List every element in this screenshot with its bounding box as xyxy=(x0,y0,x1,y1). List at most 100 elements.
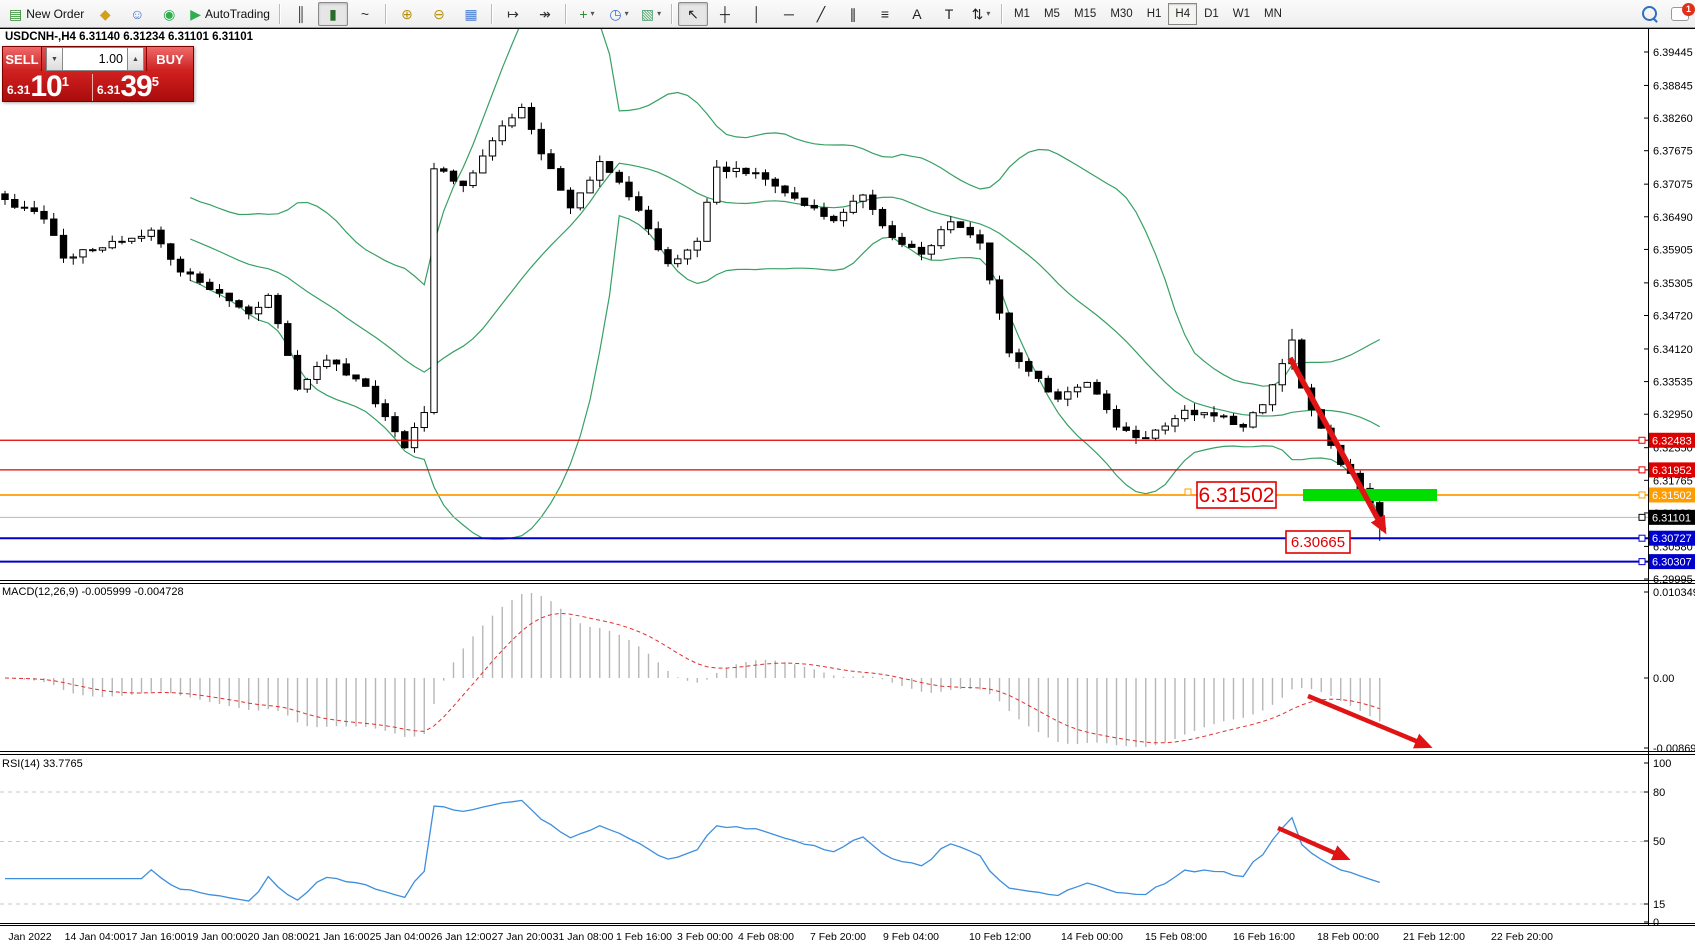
volume-increase-button[interactable]: ▲ xyxy=(127,47,144,71)
line-handle[interactable] xyxy=(1639,467,1645,473)
price-axis-tick: 6.34120 xyxy=(1653,344,1693,356)
crosshair-icon[interactable]: ┼ xyxy=(710,2,740,26)
date-axis-label[interactable]: 14 Feb 00:00 xyxy=(1061,931,1123,943)
price-axis-tick: 6.35905 xyxy=(1653,244,1693,256)
new-chart-icon-dropdown[interactable]: ▾ xyxy=(591,9,595,18)
date-axis-label[interactable]: 21 Feb 12:00 xyxy=(1403,931,1465,943)
expert-advisor-icon[interactable]: ☺ xyxy=(122,2,152,26)
price-axis-tick: 6.38260 xyxy=(1653,113,1693,125)
auto-scroll-icon[interactable]: ↠ xyxy=(530,2,560,26)
timeframe-m15-button[interactable]: M15 xyxy=(1067,3,1103,25)
volume-decrease-button[interactable]: ▼ xyxy=(46,47,63,71)
signals-icon[interactable]: ◉ xyxy=(154,2,184,26)
timeframe-m5-button[interactable]: M5 xyxy=(1037,3,1067,25)
cursor-icon: ↖ xyxy=(687,7,699,21)
main-toolbar: ▤New Order◆☺ ◉ ▶AutoTrading ║▮~ ⊕⊖▦ ↦↠ +▾◷▾▧▾ ↖… xyxy=(0,0,1695,28)
timeframe-d1-button[interactable]: D1 xyxy=(1197,3,1226,25)
line-handle[interactable] xyxy=(1639,492,1645,498)
arrows-icon-dropdown[interactable]: ▾ xyxy=(986,9,990,18)
date-axis-label[interactable]: 1 Feb 16:00 xyxy=(616,931,672,943)
line-chart-icon[interactable]: ~ xyxy=(350,2,380,26)
channel-icon[interactable]: ∥ xyxy=(838,2,868,26)
date-axis-label[interactable]: 10 Feb 12:00 xyxy=(969,931,1031,943)
signals-icon: ◉ xyxy=(163,7,175,21)
volume-input[interactable] xyxy=(63,47,127,71)
vertical-line-icon[interactable]: │ xyxy=(742,2,772,26)
sell-price-pips: 10 xyxy=(30,74,61,100)
candles xyxy=(2,103,1383,541)
timeframe-m1-button[interactable]: M1 xyxy=(1007,3,1037,25)
line-handle[interactable] xyxy=(1639,559,1645,565)
date-axis-label[interactable]: 27 Jan 20:00 xyxy=(492,931,553,943)
date-axis-label[interactable]: 4 Feb 08:00 xyxy=(738,931,794,943)
history-center-icon[interactable]: ◆ xyxy=(90,2,120,26)
price-axis-tick: 6.36490 xyxy=(1653,212,1693,224)
macd-histogram xyxy=(5,593,1380,747)
horizontal-line-icon[interactable]: ─ xyxy=(774,2,804,26)
arrows-icon[interactable]: ⇅▾ xyxy=(966,2,996,26)
trend-arrow-macd[interactable] xyxy=(1308,696,1428,746)
zoom-in-icon[interactable]: ⊕ xyxy=(392,2,422,26)
price-axis-tick: 6.29995 xyxy=(1653,574,1693,586)
templates-icon[interactable]: ▧▾ xyxy=(636,2,666,26)
zoom-out-icon[interactable]: ⊖ xyxy=(424,2,454,26)
line-handle[interactable] xyxy=(1185,489,1191,495)
sell-button[interactable]: SELL xyxy=(3,47,42,71)
bar-chart-icon[interactable]: ║ xyxy=(286,2,316,26)
date-axis-label[interactable]: 15 Feb 08:00 xyxy=(1145,931,1207,943)
date-axis-label[interactable]: 9 Feb 04:00 xyxy=(883,931,939,943)
chat-icon[interactable]: 1 xyxy=(1671,7,1689,21)
date-axis-label[interactable]: 14 Jan 04:00 xyxy=(65,931,126,943)
buy-price-major: 6.31 xyxy=(97,83,120,100)
timeframe-w1-button[interactable]: W1 xyxy=(1226,3,1257,25)
date-axis-label[interactable]: 17 Jan 16:00 xyxy=(126,931,187,943)
trendline-icon[interactable]: ╱ xyxy=(806,2,836,26)
date-axis-label[interactable]: 25 Jan 04:00 xyxy=(370,931,431,943)
date-axis-label[interactable]: 20 Jan 08:00 xyxy=(248,931,309,943)
line-handle[interactable] xyxy=(1639,437,1645,443)
buy-price[interactable]: 6.31 39 5 xyxy=(92,74,181,101)
search-icon[interactable] xyxy=(1642,6,1657,21)
timeframe-mn-button[interactable]: MN xyxy=(1257,3,1289,25)
new-chart-icon[interactable]: +▾ xyxy=(572,2,602,26)
text-icon[interactable]: A xyxy=(902,2,932,26)
shift-chart-icon[interactable]: ↦ xyxy=(498,2,528,26)
autotrading-button: ▶ xyxy=(190,7,201,21)
tile-windows-icon[interactable]: ▦ xyxy=(456,2,486,26)
date-axis-label[interactable]: 22 Feb 20:00 xyxy=(1491,931,1553,943)
date-axis-label[interactable]: 31 Jan 08:00 xyxy=(553,931,614,943)
new-order-button-label: New Order xyxy=(26,7,84,21)
periods-icon-dropdown[interactable]: ▾ xyxy=(625,9,629,18)
price-axis-label-text: 6.30307 xyxy=(1652,557,1692,569)
timeframe-h4-button[interactable]: H4 xyxy=(1168,3,1197,25)
price-callout-text: 6.30665 xyxy=(1291,534,1345,551)
line-handle[interactable] xyxy=(1639,514,1645,520)
date-axis-label[interactable]: Jan 2022 xyxy=(8,931,51,943)
date-axis-label[interactable]: 3 Feb 00:00 xyxy=(677,931,733,943)
cursor-icon[interactable]: ↖ xyxy=(678,2,708,26)
price-axis-label-text: 6.32483 xyxy=(1652,435,1692,447)
sell-price[interactable]: 6.31 10 1 xyxy=(3,74,92,101)
trend-arrow-main[interactable] xyxy=(1290,358,1384,530)
timeframe-h1-button[interactable]: H1 xyxy=(1140,3,1169,25)
label-icon[interactable]: T xyxy=(934,2,964,26)
line-handle[interactable] xyxy=(1639,535,1645,541)
date-axis-label[interactable]: 26 Jan 12:00 xyxy=(431,931,492,943)
date-axis-label[interactable]: 16 Feb 16:00 xyxy=(1233,931,1295,943)
date-axis-label[interactable]: 21 Jan 16:00 xyxy=(309,931,370,943)
templates-icon-dropdown[interactable]: ▾ xyxy=(657,9,661,18)
rsi-axis-tick: 50 xyxy=(1653,836,1665,848)
autotrading-button[interactable]: ▶AutoTrading xyxy=(186,2,274,26)
candlestick-chart-icon[interactable]: ▮ xyxy=(318,2,348,26)
new-order-button[interactable]: ▤New Order xyxy=(5,2,88,26)
periods-icon[interactable]: ◷▾ xyxy=(604,2,634,26)
date-axis-label[interactable]: 7 Feb 20:00 xyxy=(810,931,866,943)
date-axis-label[interactable]: 18 Feb 00:00 xyxy=(1317,931,1379,943)
buy-button[interactable]: BUY xyxy=(146,47,193,71)
fibonacci-icon[interactable]: ≡ xyxy=(870,2,900,26)
date-axis-label[interactable]: 19 Jan 00:00 xyxy=(187,931,248,943)
sell-price-major: 6.31 xyxy=(7,83,30,100)
label-icon: T xyxy=(945,7,954,21)
chart-canvas[interactable]: 6.315026.306656.394456.388456.382606.376… xyxy=(0,28,1695,945)
timeframe-m30-button[interactable]: M30 xyxy=(1103,3,1139,25)
